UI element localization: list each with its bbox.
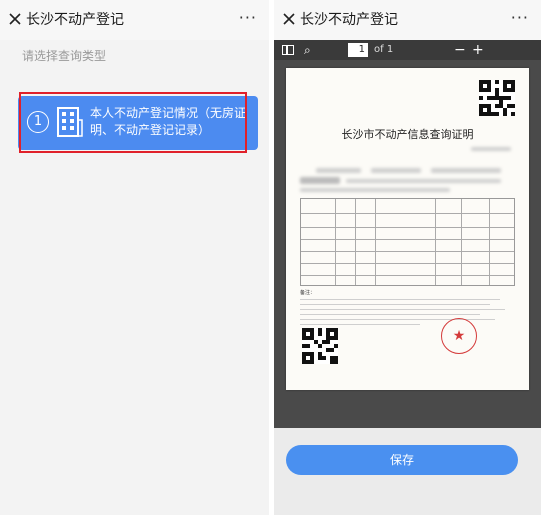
page-title: 长沙不动产登记 — [300, 12, 398, 28]
certificate-title: 长沙市不动产信息查询证明 — [341, 128, 474, 141]
title-bar: 长沙不动产登记 ··· — [274, 0, 541, 40]
query-type-prompt: 请选择查询类型 — [22, 49, 107, 63]
pdf-preview-screen: 长沙不动产登记 ··· ⌕ 1 of 1 − + 长沙市不动产信息查询证明 备注… — [274, 0, 541, 515]
title-bar: 长沙不动产登记 ··· — [0, 0, 269, 40]
highlight-annotation — [19, 92, 247, 153]
official-seal: ★ — [441, 318, 477, 354]
redacted-text — [371, 168, 421, 173]
qr-code-icon — [302, 328, 338, 364]
page-title: 长沙不动产登记 — [26, 12, 124, 28]
seal-star-icon: ★ — [452, 328, 466, 344]
close-icon[interactable] — [282, 12, 296, 26]
notes-label: 备注： — [300, 290, 316, 296]
note-text — [300, 304, 490, 306]
note-text — [300, 324, 420, 326]
search-icon[interactable]: ⌕ — [304, 40, 318, 60]
certificate-page: 长沙市不动产信息查询证明 备注： ★ — [286, 68, 529, 390]
save-button[interactable]: 保存 — [286, 445, 518, 475]
redacted-text — [346, 179, 501, 183]
pdf-viewer[interactable]: 长沙市不动产信息查询证明 备注： ★ — [274, 60, 541, 428]
page-number-input[interactable]: 1 — [348, 43, 368, 57]
note-text — [300, 299, 500, 301]
zoom-in-button[interactable]: + — [472, 40, 484, 60]
zoom-out-button[interactable]: − — [454, 40, 466, 60]
redacted-text — [300, 188, 450, 192]
note-text — [300, 314, 480, 316]
certificate-serial — [471, 147, 511, 153]
note-text — [300, 309, 505, 311]
save-area: 保存 — [274, 428, 541, 515]
close-icon[interactable] — [8, 12, 22, 26]
property-table — [300, 198, 515, 286]
redacted-text — [431, 168, 501, 173]
qr-code-icon — [479, 80, 515, 116]
pdf-toolbar: ⌕ 1 of 1 − + — [274, 40, 541, 60]
page-total: of 1 — [374, 44, 394, 55]
query-type-screen: 长沙不动产登记 ··· 请选择查询类型 1 本人不动产登记情况（无房证明、不动产… — [0, 0, 269, 515]
more-menu-icon[interactable]: ··· — [239, 9, 257, 27]
redacted-text — [316, 168, 361, 173]
sidebar-toggle-icon[interactable] — [282, 45, 294, 55]
redacted-name — [300, 177, 340, 184]
more-menu-icon[interactable]: ··· — [511, 9, 529, 27]
